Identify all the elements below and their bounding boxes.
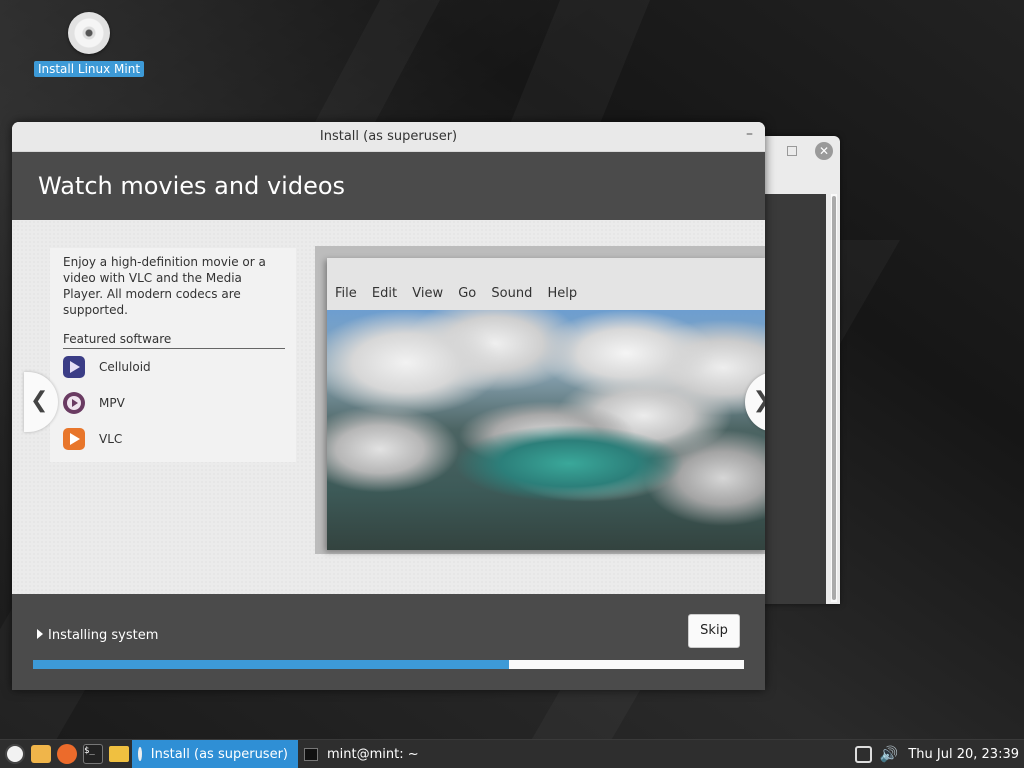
app-mpv: MPV [63, 385, 296, 421]
app-vlc: VLC [63, 421, 296, 457]
video-frame [327, 310, 765, 550]
install-progress-bar [33, 660, 744, 669]
app-celluloid: Celluloid [63, 349, 296, 385]
description-panel: Enjoy a high-definition movie or a video… [50, 248, 296, 462]
minimize-button[interactable]: – [746, 122, 753, 149]
taskbar: $_ Install (as superuser) mint@mint: ~ 🔊… [0, 739, 1024, 768]
status-text: Installing system [48, 628, 159, 643]
mpv-icon [63, 392, 85, 414]
progress-fill [33, 660, 510, 669]
background-terminal-window[interactable]: ✕ [760, 136, 840, 604]
menu-help: Help [547, 286, 578, 301]
player-screenshot: File Edit View Go Sound Help [327, 258, 765, 550]
terminal-body[interactable] [760, 194, 826, 604]
volume-icon[interactable]: 🔊 [880, 745, 899, 763]
network-icon[interactable] [854, 745, 872, 763]
firefox-icon[interactable] [57, 744, 77, 764]
task-installer[interactable]: Install (as superuser) [132, 740, 298, 768]
task-label: mint@mint: ~ [327, 746, 419, 762]
vlc-icon [63, 428, 85, 450]
show-desktop-icon[interactable] [31, 745, 51, 763]
expand-arrow-icon[interactable] [37, 629, 43, 639]
window-titlebar[interactable]: Install (as superuser) – [12, 122, 765, 152]
featured-software-heading: Featured software [63, 332, 285, 349]
app-name: Celluloid [99, 360, 151, 374]
player-menubar: File Edit View Go Sound Help [327, 286, 765, 308]
disc-icon [68, 12, 110, 54]
skip-button[interactable]: Skip [688, 614, 740, 648]
desktop-icon-label: Install Linux Mint [33, 61, 145, 77]
app-name: VLC [99, 432, 123, 446]
system-tray: 🔊 Thu Jul 20, 23:39 [854, 745, 1024, 763]
install-footer: Installing system Skip [12, 594, 765, 690]
menu-go: Go [458, 286, 477, 301]
installer-window: Install (as superuser) – Watch movies an… [12, 122, 765, 690]
terminal-task-icon [304, 747, 318, 761]
celluloid-icon [63, 356, 85, 378]
task-label: Install (as superuser) [150, 746, 288, 762]
window-title: Install (as superuser) [319, 129, 458, 144]
slideshow: Enjoy a high-definition movie or a video… [12, 220, 765, 594]
close-icon[interactable]: ✕ [815, 142, 833, 160]
task-terminal[interactable]: mint@mint: ~ [298, 740, 429, 768]
install-linux-mint-desktop-icon[interactable]: Install Linux Mint [32, 12, 146, 77]
install-status[interactable]: Installing system [37, 628, 158, 643]
menu-file: File [335, 286, 357, 301]
app-name: MPV [99, 396, 125, 410]
folder-icon[interactable] [109, 746, 129, 762]
description-text: Enjoy a high-definition movie or a video… [63, 255, 266, 317]
menu-view: View [412, 286, 444, 301]
menu-icon[interactable] [5, 744, 25, 764]
menu-edit: Edit [371, 286, 398, 301]
terminal-icon[interactable]: $_ [83, 744, 103, 764]
scrollbar-thumb[interactable] [832, 196, 836, 600]
scrollbar[interactable] [831, 194, 837, 602]
clock[interactable]: Thu Jul 20, 23:39 [908, 747, 1019, 762]
slide-heading: Watch movies and videos [12, 152, 765, 220]
installer-icon [138, 747, 147, 761]
menu-sound: Sound [491, 286, 533, 301]
maximize-icon[interactable] [787, 146, 797, 156]
